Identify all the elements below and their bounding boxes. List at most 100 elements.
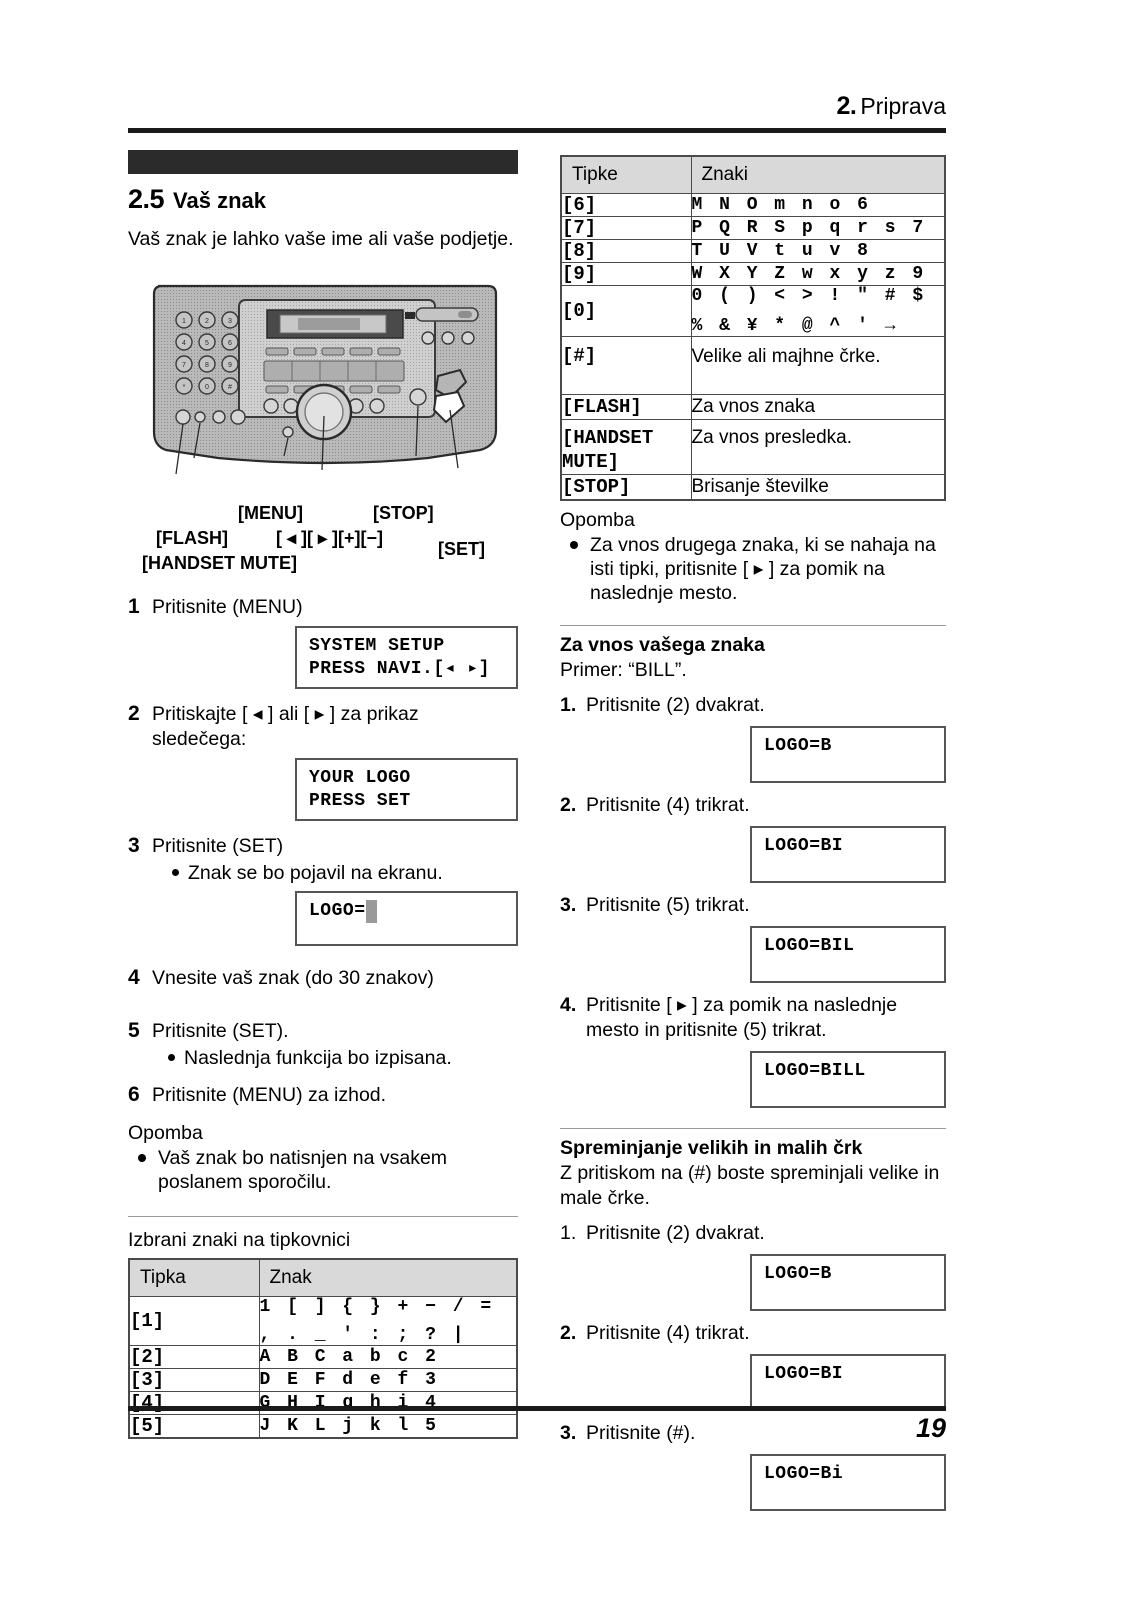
callout-navigation: [ ◂ ][ ▸ ][+][−] <box>276 528 384 548</box>
cell-chars: G H I g h i 4 <box>258 1391 518 1415</box>
left-table-caption: Izbrani znaki na tipkovnici <box>128 1229 351 1251</box>
section-number: 2.5 <box>128 184 165 214</box>
step-2-number: 2 <box>128 702 140 725</box>
lcd-display-step-2: YOUR LOGO PRESS SET <box>295 758 518 821</box>
callout-stop: [STOP] <box>373 503 434 523</box>
step-4: 4 Vnesite vaš znak (do 30 znakov) <box>128 966 518 991</box>
table-row: [6] M N O m n o 6 <box>560 193 946 217</box>
table-row: [9] W X Y Z w x y z 9 <box>560 262 946 286</box>
step-2: 2 Pritiskajte [ ◂ ] ali [ ▸ ] za prikaz … <box>128 702 518 752</box>
table-row: [0] 0 ( ) < > ! " # $ % & ¥ * @ ^ ' → <box>560 285 946 337</box>
lcd-line-1: YOUR LOGO <box>309 768 411 788</box>
step-4-number: 4 <box>128 966 140 989</box>
cell-chars: D E F d e f 3 <box>258 1368 518 1392</box>
svg-text:0: 0 <box>205 384 209 391</box>
case-step-2-number: 2. <box>560 1322 577 1344</box>
bullet-icon <box>138 1154 146 1162</box>
lcd-display-step-3: LOGO= <box>295 891 518 946</box>
chapter-title: Priprava <box>860 93 946 119</box>
device-illustration: 1 2 3 4 5 6 7 8 9 * 0 # <box>128 260 518 510</box>
step-1: 1 Pritisnite (MENU) <box>128 595 518 620</box>
step-3-note-text: Znak se bo pojavil na ekranu. <box>188 862 443 884</box>
right-note-heading: Opomba <box>560 509 635 531</box>
entry-section-heading: Za vnos vašega znaka <box>560 634 765 656</box>
step-6: 6 Pritisnite (MENU) za izhod. <box>128 1083 518 1108</box>
table-row: [2] A B C a b c 2 <box>128 1345 518 1369</box>
step-5-note: Naslednja funkcija bo izpisana. <box>168 1046 518 1070</box>
cell-chars: 1 [ ] { } + − / = , . _ ' : ; ? | <box>258 1296 518 1346</box>
lcd-text: LOGO=Bi <box>764 1464 844 1484</box>
entry-step-3: 3. Pritisnite (5) trikrat. <box>560 893 946 918</box>
step-5-note-text: Naslednja funkcija bo izpisana. <box>184 1047 452 1069</box>
chars-line-2: % & ¥ * @ ^ ' → <box>691 316 899 336</box>
section-title: Vaš znak <box>173 188 266 213</box>
cell-key: [3] <box>128 1368 260 1392</box>
svg-text:6: 6 <box>228 340 232 347</box>
step-4-text: Vnesite vaš znak (do 30 znakov) <box>152 967 434 989</box>
header-rule <box>128 128 946 133</box>
chars-line-1: 1 [ ] { } + − / = <box>259 1297 495 1317</box>
lcd-text: LOGO=BIL <box>764 936 855 956</box>
table-row: [STOP] Brisanje številke <box>560 474 946 501</box>
cell-chars: W X Y Z w x y z 9 <box>690 262 946 286</box>
bullet-icon <box>570 541 578 549</box>
section-banner <box>128 150 518 174</box>
cell-chars: A B C a b c 2 <box>258 1345 518 1369</box>
lcd-display-entry-4: LOGO=BILL <box>750 1051 946 1108</box>
cell-key: [FLASH] <box>560 394 692 420</box>
lcd-display-case-1: LOGO=B <box>750 1254 946 1311</box>
svg-text:9: 9 <box>228 362 232 369</box>
divider <box>128 1216 518 1217</box>
left-column: 2.5 Vaš znak Vaš znak je lahko vaše ime a… <box>128 150 518 1439</box>
callout-handset-mute: [HANDSET MUTE] <box>142 553 297 573</box>
entry-step-2-number: 2. <box>560 794 577 816</box>
table-header-row: Tipka Znak <box>128 1258 518 1297</box>
svg-text:7: 7 <box>182 362 186 369</box>
lcd-cursor <box>365 900 377 923</box>
cell-desc: Velike ali majhne črke. <box>690 336 946 395</box>
entry-step-4: 4. Pritisnite [ ▸ ] za pomik na naslednj… <box>560 993 946 1043</box>
key-characters-table: Tipke Znaki [6] M N O m n o 6 [7] P Q R … <box>560 155 946 501</box>
step-1-text: Pritisnite (MENU) <box>152 596 303 618</box>
cell-desc: Za vnos znaka <box>690 394 946 420</box>
step-2-text: Pritiskajte [ ◂ ] ali [ ▸ ] za prikaz sl… <box>152 703 419 750</box>
lcd-display-entry-1: LOGO=B <box>750 726 946 783</box>
step-3-note: Znak se bo pojavil na ekranu. <box>172 861 518 885</box>
lcd-line-2: PRESS SET <box>309 791 411 811</box>
entry-step-1-number: 1. <box>560 694 577 716</box>
step-3-text: Pritisnite (SET) <box>152 835 284 857</box>
bullet-icon <box>168 1054 175 1061</box>
lcd-text: LOGO=BI <box>764 836 844 856</box>
footer-rule <box>128 1406 946 1411</box>
divider <box>560 1128 946 1129</box>
column-header-chars: Znaki <box>690 155 946 194</box>
cell-key: [8] <box>560 239 692 263</box>
table-row: [FLASH] Za vnos znaka <box>560 394 946 420</box>
case-section-intro: Z pritiskom na (#) boste spreminjali vel… <box>560 1162 940 1209</box>
column-header-char: Znak <box>258 1258 518 1297</box>
cell-key: [1] <box>128 1296 260 1346</box>
lcd-display-entry-2: LOGO=BI <box>750 826 946 883</box>
cell-key: [#] <box>560 336 692 395</box>
svg-text:5: 5 <box>205 340 209 347</box>
table-row: [HANDSET MUTE] Za vnos presledka. <box>560 419 946 475</box>
svg-text:4: 4 <box>182 340 186 347</box>
svg-text:1: 1 <box>182 318 186 325</box>
left-note-heading: Opomba <box>128 1122 203 1144</box>
page-number: 19 <box>915 1413 946 1443</box>
entry-section-example: Primer: “BILL”. <box>560 659 687 681</box>
cell-desc: Brisanje številke <box>690 474 946 501</box>
callout-menu: [MENU] <box>238 503 303 523</box>
right-note-item: Za vnos drugega znaka, ki se nahaja na i… <box>570 533 946 605</box>
lcd-display-case-3: LOGO=Bi <box>750 1454 946 1511</box>
entry-step-2: 2. Pritisnite (4) trikrat. <box>560 793 946 818</box>
case-step-2: 2. Pritisnite (4) trikrat. <box>560 1321 946 1346</box>
entry-step-1: 1. Pritisnite (2) dvakrat. <box>560 693 946 718</box>
case-step-1-text: Pritisnite (2) dvakrat. <box>586 1222 765 1244</box>
svg-text:8: 8 <box>205 362 209 369</box>
lcd-text: LOGO=B <box>764 736 832 756</box>
cell-key: [9] <box>560 262 692 286</box>
step-5-number: 5 <box>128 1019 140 1042</box>
cell-key: [7] <box>560 216 692 240</box>
case-step-1: 1. Pritisnite (2) dvakrat. <box>560 1221 946 1246</box>
